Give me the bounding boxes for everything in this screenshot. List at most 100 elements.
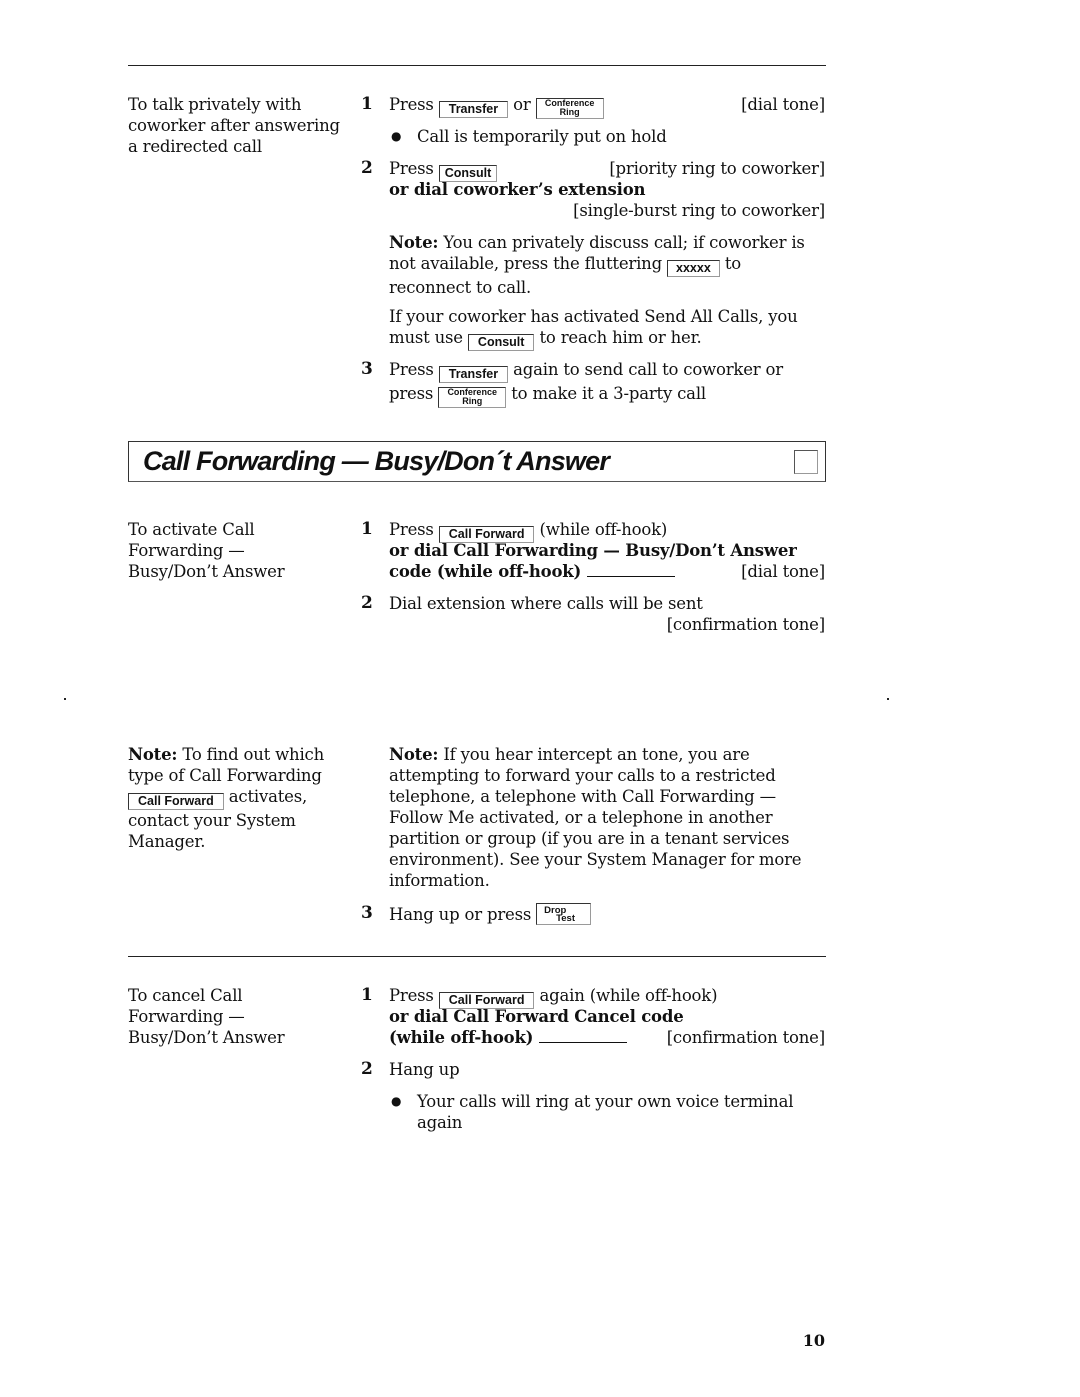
page-number: 10	[802, 1331, 825, 1350]
tone-label: [confirmation tone]	[666, 1028, 826, 1047]
step-number: 2	[361, 158, 373, 178]
tone-label: [priority ring to coworker]	[609, 159, 825, 178]
bullet-text: Call is temporarily put on hold	[417, 127, 667, 146]
press-text: Press	[389, 360, 434, 379]
step-text: again (while off-hook)	[539, 986, 718, 1005]
note-text: To find out which	[182, 745, 325, 764]
alt-instruction: (while off-hook)	[389, 1027, 628, 1048]
step-number: 1	[361, 94, 373, 114]
note-text: attempting to forward your calls to a re…	[389, 766, 776, 785]
conference-ring-key[interactable]: Conference Ring	[535, 98, 604, 119]
section1-description: To talk privately with coworker after an…	[128, 94, 340, 157]
step-number: 2	[361, 1059, 373, 1079]
bullet-icon: ●	[391, 1094, 402, 1108]
activate-description: To activate Call Forwarding — Busy/Don’t…	[128, 519, 285, 582]
activate-step3: Hang up or press Drop Test	[389, 903, 592, 925]
side-note: Note: To find out which type of Call For…	[128, 744, 324, 852]
description-line: Busy/Don’t Answer	[128, 562, 285, 581]
empty-checkbox-icon[interactable]	[794, 450, 818, 474]
alt-text: code (while off-hook)	[389, 562, 582, 581]
step-text: (while off-hook)	[539, 520, 668, 539]
section-divider	[128, 956, 826, 957]
press-text: press	[389, 384, 434, 403]
paragraph-text: to reach him or her.	[539, 328, 702, 347]
note-label: Note:	[389, 233, 439, 252]
tone-label: [dial tone]	[741, 95, 825, 114]
note-text: reconnect to call.	[389, 278, 532, 297]
alt-instruction: or dial Call Forwarding — Busy/Don’t Ans…	[389, 541, 797, 560]
note-text: not available, press the fluttering	[389, 254, 662, 273]
step-number: 1	[361, 985, 373, 1005]
bullet-line: again	[417, 1113, 463, 1132]
key-line: Ring	[559, 107, 580, 117]
description-line: To activate Call	[128, 520, 255, 539]
transfer-key[interactable]: Transfer	[438, 366, 509, 383]
tone-label: [single-burst ring to coworker]	[573, 201, 825, 220]
step3-instruction: Press Transfer again to send call to cow…	[389, 359, 783, 408]
note-text: If you hear intercept an tone, you are	[443, 745, 750, 764]
send-all-calls-paragraph: If your coworker has activated Send All …	[389, 306, 798, 351]
note-text: activates,	[228, 787, 308, 806]
note-text: You can privately discuss call; if cowor…	[443, 233, 805, 252]
step-text: again to send call to coworker or	[513, 360, 783, 379]
bullet-icon: ●	[391, 129, 402, 143]
tone-label: [confirmation tone]	[666, 615, 826, 634]
note-text: environment). See your System Manager fo…	[389, 850, 802, 869]
call-forward-key[interactable]: Call Forward	[128, 793, 224, 810]
note-text: to	[724, 254, 741, 273]
description-line: Forwarding —	[128, 541, 245, 560]
step-number: 1	[361, 519, 373, 539]
conference-ring-key[interactable]: Conference Ring	[438, 387, 507, 408]
step-text: Hang up or press	[389, 905, 532, 924]
crop-mark	[887, 698, 889, 700]
key-line: Ring	[462, 396, 483, 406]
code-blank-line	[587, 562, 676, 577]
step1-instruction: Press Transfer or Conference Ring	[389, 94, 604, 119]
note-label: Note:	[389, 745, 439, 764]
step-text: to make it a 3-party call	[511, 384, 706, 403]
note-text: Follow Me activated, or a telephone in a…	[389, 808, 773, 827]
description-line: Busy/Don’t Answer	[128, 1028, 285, 1047]
note-text: telephone, a telephone with Call Forward…	[389, 787, 776, 806]
alt-instruction: or dial Call Forward Cancel code	[389, 1007, 684, 1026]
bullet-text: Your calls will ring at your own voice t…	[417, 1091, 793, 1133]
description-line: coworker after answering	[128, 116, 340, 135]
paragraph-text: must use	[389, 328, 463, 347]
alt-text: (while off-hook)	[389, 1028, 534, 1047]
step-number: 3	[361, 359, 373, 379]
description-line: Forwarding —	[128, 1007, 245, 1026]
description-line: a redirected call	[128, 137, 262, 156]
drop-test-key[interactable]: Drop Test	[536, 903, 592, 925]
note-text: partition or group (if you are in a tena…	[389, 829, 790, 848]
manual-page: To talk privately with coworker after an…	[0, 0, 1080, 1397]
press-text: Press	[389, 520, 434, 539]
section-divider	[128, 65, 826, 66]
step-number: 3	[361, 903, 373, 923]
press-text: Press	[389, 95, 434, 114]
step-text: Hang up	[389, 1060, 460, 1079]
description-line: To cancel Call	[128, 986, 243, 1005]
press-text: Press	[389, 159, 434, 178]
code-blank-line	[539, 1028, 628, 1043]
or-text: or	[513, 95, 531, 114]
note-text: type of Call Forwarding	[128, 766, 322, 785]
note-text: contact your System	[128, 811, 296, 830]
transfer-key[interactable]: Transfer	[438, 101, 509, 118]
paragraph-text: If your coworker has activated Send All …	[389, 307, 798, 326]
description-line: To talk privately with	[128, 95, 302, 114]
step-text: Dial extension where calls will be sent	[389, 594, 703, 613]
note-text: information.	[389, 871, 490, 890]
consult-key[interactable]: Consult	[467, 334, 535, 351]
press-text: Press	[389, 986, 434, 1005]
note-text: Manager.	[128, 832, 206, 851]
bullet-line: Your calls will ring at your own voice t…	[417, 1092, 794, 1111]
alt-instruction: or dial coworker’s extension	[389, 180, 646, 199]
alt-instruction: code (while off-hook)	[389, 561, 676, 582]
heading-title: Call Forwarding — Busy/Don´t Answer	[143, 446, 610, 476]
crop-mark	[64, 698, 66, 700]
intercept-note: Note: If you hear intercept an tone, you…	[389, 744, 802, 891]
section-heading: Call Forwarding — Busy/Don´t Answer	[128, 441, 826, 482]
key-line: Test	[556, 913, 576, 924]
tone-label: [dial tone]	[741, 562, 825, 581]
fluttering-key[interactable]: xxxxx	[667, 260, 720, 277]
